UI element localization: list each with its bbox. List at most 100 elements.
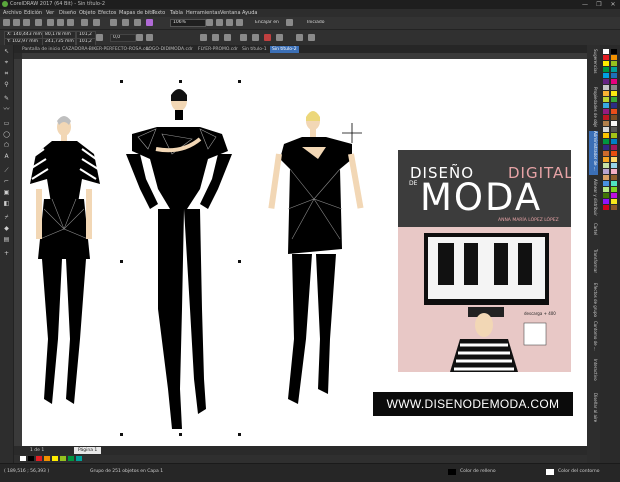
palette-swatch[interactable] bbox=[611, 103, 617, 108]
selection-handle[interactable] bbox=[120, 433, 123, 436]
cut-icon[interactable] bbox=[47, 19, 54, 26]
docker-tab-interactivo[interactable]: Interactivo bbox=[589, 359, 598, 389]
save-icon[interactable] bbox=[23, 19, 30, 26]
palette-swatch[interactable] bbox=[603, 73, 609, 78]
palette-swatch[interactable] bbox=[611, 145, 617, 150]
new-document-icon[interactable] bbox=[3, 19, 10, 26]
palette-swatch[interactable] bbox=[611, 181, 617, 186]
docker-tab-disenar[interactable]: Diseñar al aire bbox=[589, 393, 598, 427]
palette-swatch[interactable] bbox=[603, 127, 609, 132]
document-palette-swatch[interactable] bbox=[20, 456, 26, 461]
palette-swatch[interactable] bbox=[611, 67, 617, 72]
text-tool-icon[interactable]: A bbox=[3, 153, 10, 160]
tab-sin-titulo-1[interactable]: Sin título-1 bbox=[240, 46, 269, 53]
selection-handle[interactable] bbox=[238, 433, 241, 436]
docker-tab-cartel[interactable]: Cartel bbox=[589, 223, 598, 245]
contour-icon[interactable] bbox=[308, 34, 315, 41]
print-icon[interactable] bbox=[35, 19, 42, 26]
palette-swatch[interactable] bbox=[603, 109, 609, 114]
menu-edicion[interactable]: Edición bbox=[24, 10, 42, 16]
document-palette-swatch[interactable] bbox=[76, 456, 82, 461]
palette-swatch[interactable] bbox=[603, 187, 609, 192]
lock-ratio-icon[interactable] bbox=[96, 34, 103, 41]
snap-to-dropdown[interactable]: Encajar en bbox=[252, 19, 284, 27]
options-gear-icon[interactable] bbox=[286, 19, 293, 26]
mirror-horizontal-icon[interactable] bbox=[136, 34, 143, 41]
freehand-tool-icon[interactable]: ✎ bbox=[3, 95, 10, 102]
palette-swatch[interactable] bbox=[611, 85, 617, 90]
palette-swatch[interactable] bbox=[603, 181, 609, 186]
palette-swatch[interactable] bbox=[611, 109, 617, 114]
tab-cazadora[interactable]: CAZADORA-BIKER-PERFECTO-ROSA.cdr bbox=[60, 46, 152, 53]
undo-icon[interactable] bbox=[81, 19, 88, 26]
zoom-level-select[interactable]: 106% bbox=[170, 19, 206, 27]
palette-swatch[interactable] bbox=[603, 67, 609, 72]
align-distribute-icon[interactable] bbox=[296, 34, 303, 41]
docker-tab-contorno[interactable]: Contorno de ... bbox=[589, 321, 598, 355]
palette-swatch[interactable] bbox=[603, 115, 609, 120]
selection-handle[interactable] bbox=[120, 260, 123, 263]
palette-swatch[interactable] bbox=[611, 169, 617, 174]
trim-icon[interactable] bbox=[252, 34, 259, 41]
eyedropper-icon[interactable]: ⌿ bbox=[3, 214, 10, 221]
palette-swatch[interactable] bbox=[603, 49, 609, 54]
palette-swatch[interactable] bbox=[611, 187, 617, 192]
docker-tab-efectos[interactable]: Efectos de grupo bbox=[589, 283, 598, 317]
palette-swatch[interactable] bbox=[611, 55, 617, 60]
palette-swatch[interactable] bbox=[603, 103, 609, 108]
book-cover[interactable]: descarga + 400 DISEÑO DIGITAL DE MODA AN… bbox=[398, 150, 571, 372]
publish-pdf-icon[interactable] bbox=[146, 19, 153, 26]
palette-swatch[interactable] bbox=[611, 91, 617, 96]
ungroup-all-icon[interactable] bbox=[224, 34, 231, 41]
tab-logo[interactable]: LOGO-DIDIMODA.cdr bbox=[144, 46, 195, 53]
fullscreen-icon[interactable] bbox=[206, 19, 213, 26]
palette-swatch[interactable] bbox=[603, 97, 609, 102]
palette-swatch[interactable] bbox=[603, 169, 609, 174]
weld-icon[interactable] bbox=[240, 34, 247, 41]
document-palette-swatch[interactable] bbox=[44, 456, 50, 461]
palette-swatch[interactable] bbox=[603, 61, 609, 66]
document-palette-swatch[interactable] bbox=[52, 456, 58, 461]
intersect-icon[interactable] bbox=[264, 34, 271, 41]
pick-tool-icon[interactable]: ↖ bbox=[3, 48, 10, 55]
smart-fill-icon[interactable]: ▤ bbox=[3, 236, 10, 243]
palette-swatch[interactable] bbox=[611, 139, 617, 144]
url-banner[interactable]: WWW.DISENODEMODA.COM bbox=[373, 392, 573, 416]
document-palette-swatch[interactable] bbox=[36, 456, 42, 461]
export-icon[interactable] bbox=[134, 19, 141, 26]
palette-swatch[interactable] bbox=[611, 79, 617, 84]
palette-swatch[interactable] bbox=[611, 127, 617, 132]
menu-archivo[interactable]: Archivo bbox=[3, 10, 22, 16]
menu-tabla[interactable]: Tabla bbox=[170, 10, 183, 16]
docker-tab-alinear[interactable]: Alinear y distribuir bbox=[589, 179, 598, 219]
grid-icon[interactable] bbox=[226, 19, 233, 26]
tab-flyer[interactable]: FLYER-PROMO.cdr bbox=[196, 46, 240, 53]
minimize-button[interactable]: — bbox=[578, 0, 592, 9]
palette-swatch[interactable] bbox=[603, 151, 609, 156]
docker-tab-administrador[interactable]: Administrador de ... bbox=[589, 131, 598, 175]
menu-ayuda[interactable]: Ayuda bbox=[242, 10, 257, 16]
menu-mapas-de-bits[interactable]: Mapas de bits bbox=[119, 10, 154, 16]
palette-swatch[interactable] bbox=[603, 205, 609, 210]
mirror-vertical-icon[interactable] bbox=[146, 34, 153, 41]
drop-shadow-icon[interactable]: ▣ bbox=[3, 189, 10, 196]
menu-herramientas[interactable]: Herramientas bbox=[186, 10, 220, 16]
docker-tab-sugerencias[interactable]: Sugerencias bbox=[589, 49, 598, 83]
guidelines-icon[interactable] bbox=[236, 19, 243, 26]
add-tool-icon[interactable]: + bbox=[3, 250, 10, 257]
palette-swatch[interactable] bbox=[603, 163, 609, 168]
ungroup-icon[interactable] bbox=[212, 34, 219, 41]
palette-swatch[interactable] bbox=[611, 133, 617, 138]
palette-swatch[interactable] bbox=[611, 121, 617, 126]
docker-tab-transformar[interactable]: Transformar bbox=[589, 249, 598, 279]
palette-swatch[interactable] bbox=[611, 151, 617, 156]
artistic-media-icon[interactable]: 〰 bbox=[3, 106, 10, 113]
palette-swatch[interactable] bbox=[603, 79, 609, 84]
group-icon[interactable] bbox=[200, 34, 207, 41]
page-tab-1[interactable]: Página 1 bbox=[74, 447, 102, 454]
menu-ver[interactable]: Ver bbox=[46, 10, 54, 16]
palette-swatch[interactable] bbox=[603, 85, 609, 90]
ellipse-tool-icon[interactable]: ◯ bbox=[3, 131, 10, 138]
rectangle-tool-icon[interactable]: ▭ bbox=[3, 120, 10, 127]
palette-swatch[interactable] bbox=[611, 97, 617, 102]
